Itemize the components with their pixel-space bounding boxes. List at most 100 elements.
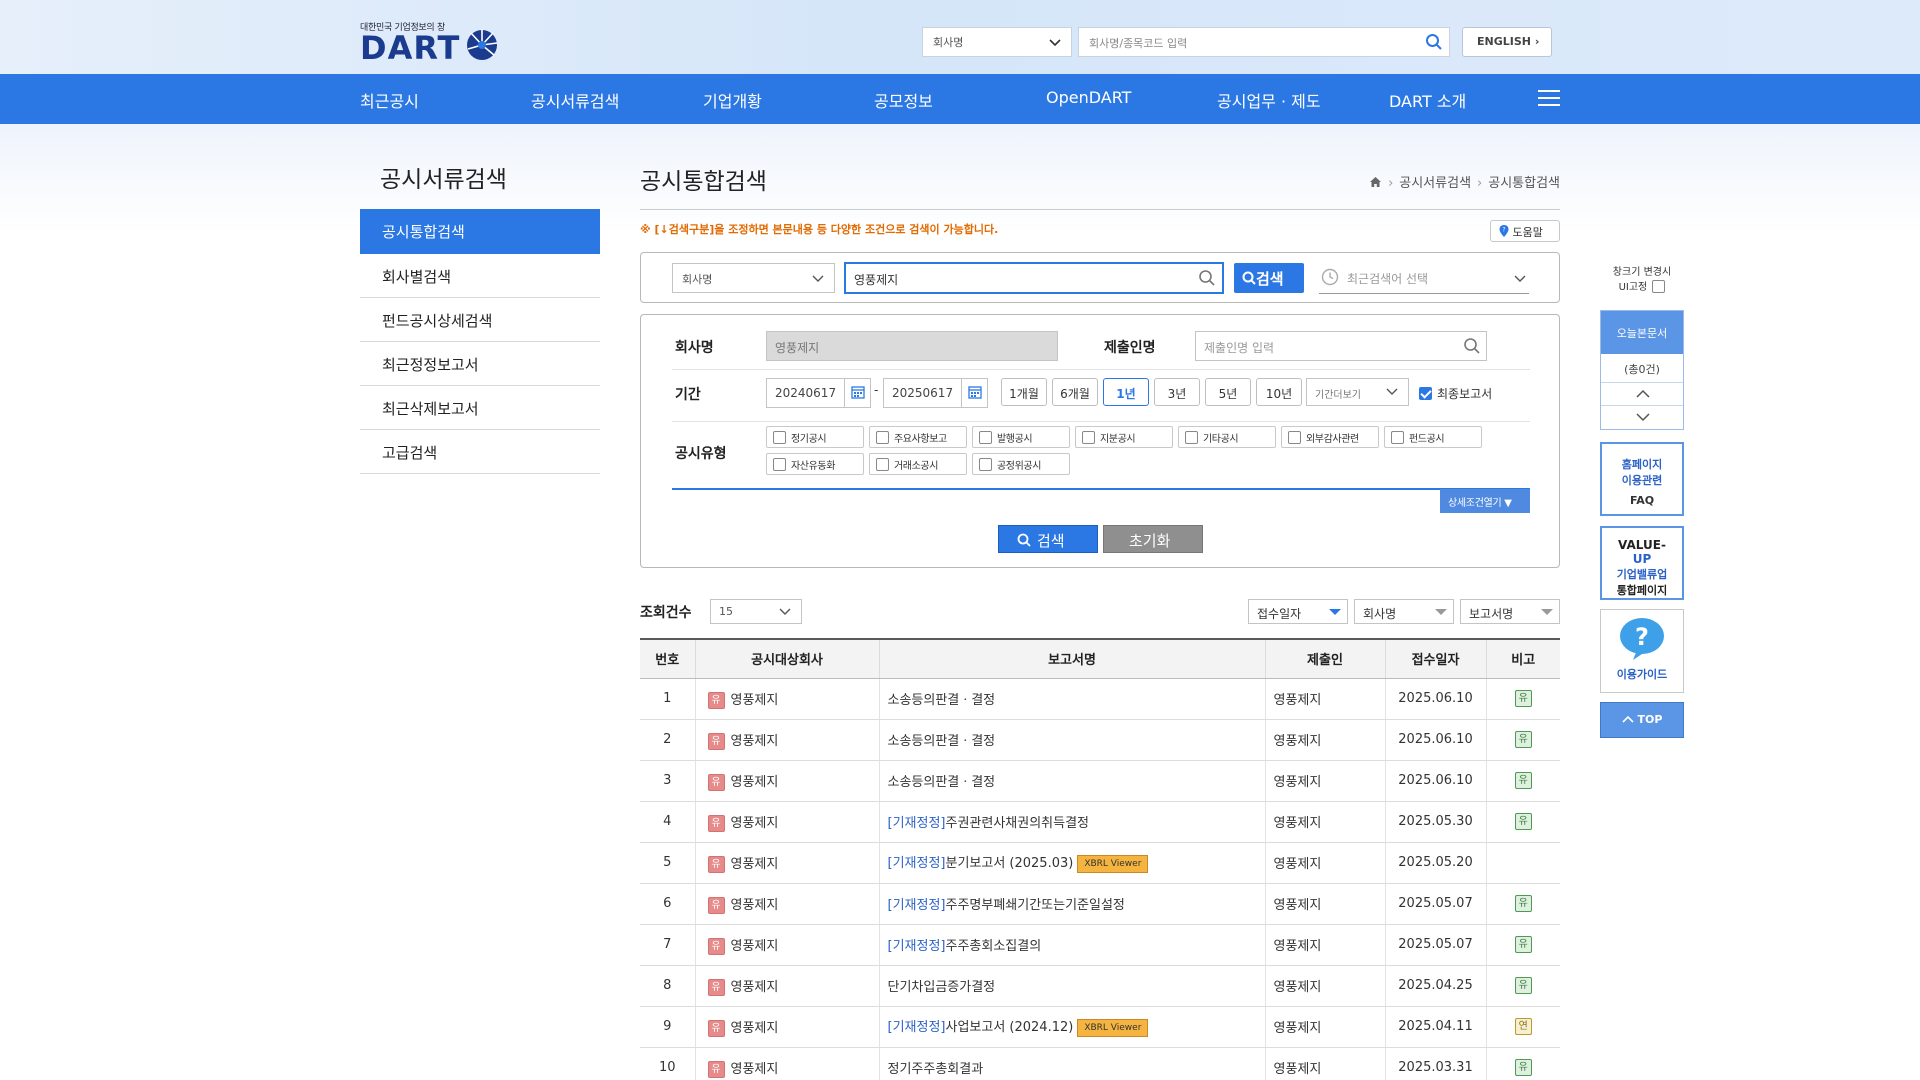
filter-search-button[interactable]: 검색 (998, 525, 1098, 553)
gnb-item-offering[interactable]: 공모정보 (874, 88, 933, 112)
gnb-item-opendart[interactable]: OpenDART (1046, 88, 1131, 107)
report-title[interactable]: 주주총회소집결의 (945, 939, 1041, 954)
sort-date-select[interactable]: 접수일자 (1248, 599, 1348, 624)
company-name[interactable]: 영풍제지 (731, 1021, 779, 1036)
correction-tag[interactable]: [기재정정] (888, 816, 946, 831)
table-row[interactable]: 4 유 영풍제지 [기재정정]주권관련사채권의취득결정 영풍제지 2025.05.30 유 (640, 801, 1560, 843)
sort-report-select[interactable]: 보고서명 (1460, 599, 1560, 624)
type-checkbox[interactable]: 자산유동화 (766, 453, 864, 475)
recent-search-select[interactable]: 최근검색어 선택 (1319, 262, 1529, 294)
report-title[interactable]: 소송등의판결ㆍ결정 (888, 693, 996, 708)
value-up-link[interactable]: VALUE- UP 기업밸류업 통합페이지 (1600, 526, 1684, 600)
sidebar-item-advanced-search[interactable]: 고급검색 (360, 430, 600, 474)
gnb-item-recent[interactable]: 최근공시 (360, 88, 419, 112)
breadcrumb-item[interactable]: 공시서류검색 (1399, 176, 1471, 191)
gnb-item-regulation[interactable]: 공시업무 · 제도 (1217, 88, 1321, 112)
report-title[interactable]: 주권관련사채권의취득결정 (945, 816, 1089, 831)
table-row[interactable]: 6 유 영풍제지 [기재정정]주주명부폐쇄기간또는기준일설정 영풍제지 2025.05.0… (640, 883, 1560, 925)
calendar-icon[interactable] (961, 379, 987, 407)
type-checkbox[interactable]: 지분공시 (1075, 426, 1173, 448)
scroll-down-button[interactable] (1601, 406, 1683, 429)
date-to-input[interactable]: 20250617 (883, 378, 988, 408)
company-name[interactable]: 영풍제지 (731, 816, 779, 831)
table-row[interactable]: 8 유 영풍제지 단기차입금증가결정 영풍제지 2025.04.25 유 (640, 965, 1560, 1007)
scroll-top-button[interactable]: TOP (1600, 702, 1684, 738)
header-search-input[interactable]: 회사명/종목코드 입력 (1078, 27, 1450, 57)
search-input[interactable]: 영풍제지 (844, 262, 1224, 294)
menu-icon[interactable] (1538, 90, 1560, 108)
type-checkbox[interactable]: 공정위공시 (972, 453, 1070, 475)
search-icon[interactable] (1198, 269, 1216, 287)
user-guide-link[interactable]: ? 이용가이드 (1600, 609, 1684, 693)
period-6-month-button[interactable]: 6개월 (1052, 378, 1098, 406)
type-checkbox[interactable]: 외부감사관련 (1281, 426, 1379, 448)
sidebar-item-company-search[interactable]: 회사별검색 (360, 254, 600, 298)
search-icon[interactable] (1463, 337, 1481, 355)
correction-tag[interactable]: [기재정정] (888, 939, 946, 954)
scroll-up-button[interactable] (1601, 383, 1683, 406)
table-row[interactable]: 2 유 영풍제지 소송등의판결ㆍ결정 영풍제지 2025.06.10 유 (640, 719, 1560, 761)
correction-tag[interactable]: [기재정정] (888, 898, 946, 913)
calendar-icon[interactable] (844, 379, 870, 407)
correction-tag[interactable]: [기재정정] (888, 856, 946, 871)
report-title[interactable]: 소송등의판결ㆍ결정 (888, 734, 996, 749)
company-name[interactable]: 영풍제지 (731, 775, 779, 790)
english-button[interactable]: ENGLISH › (1462, 27, 1552, 57)
period-3-year-button[interactable]: 3년 (1154, 378, 1200, 406)
type-checkbox[interactable]: 펀드공시 (1384, 426, 1482, 448)
report-title[interactable]: 사업보고서 (2024.12) (945, 1020, 1073, 1035)
home-icon[interactable] (1369, 176, 1382, 188)
type-checkbox[interactable]: 정기공시 (766, 426, 864, 448)
reset-button[interactable]: 초기화 (1103, 525, 1203, 553)
xbrl-viewer-button[interactable]: XBRL Viewer (1077, 854, 1149, 873)
period-10-year-button[interactable]: 10년 (1256, 378, 1302, 406)
company-name[interactable]: 영풍제지 (731, 857, 779, 872)
date-from-input[interactable]: 20240617 (766, 378, 871, 408)
report-title[interactable]: 단기차입금증가결정 (888, 980, 996, 995)
type-checkbox[interactable]: 주요사항보고 (869, 426, 967, 448)
zoom-lock-checkbox[interactable] (1652, 280, 1666, 293)
report-title[interactable]: 정기주주총회결과 (888, 1062, 984, 1077)
search-button[interactable]: 검색 (1234, 263, 1304, 293)
gnb-item-company[interactable]: 기업개황 (703, 88, 762, 112)
xbrl-viewer-button[interactable]: XBRL Viewer (1077, 1018, 1149, 1037)
gnb-item-about[interactable]: DART 소개 (1389, 88, 1466, 112)
table-row[interactable]: 7 유 영풍제지 [기재정정]주주총회소집결의 영풍제지 2025.05.07 유 (640, 924, 1560, 966)
search-icon[interactable] (1425, 33, 1443, 51)
report-title[interactable]: 소송등의판결ㆍ결정 (888, 775, 996, 790)
gnb-item-doc-search[interactable]: 공시서류검색 (531, 88, 619, 112)
sidebar-item-integrated-search[interactable]: 공시통합검색 (360, 209, 600, 254)
company-name[interactable]: 영풍제지 (731, 734, 779, 749)
company-name[interactable]: 영풍제지 (731, 980, 779, 995)
sidebar-item-fund-search[interactable]: 펀드공시상세검색 (360, 298, 600, 342)
faq-link[interactable]: 홈페이지 이용관련 FAQ (1600, 442, 1684, 516)
type-checkbox[interactable]: 발행공시 (972, 426, 1070, 448)
search-type-select[interactable]: 회사명 (672, 263, 835, 293)
correction-tag[interactable]: [기재정정] (888, 1020, 946, 1035)
sort-company-select[interactable]: 회사명 (1354, 599, 1454, 624)
dart-logo[interactable]: 대한민국 기업정보의 창 DART (360, 20, 500, 66)
type-checkbox[interactable]: 거래소공시 (869, 453, 967, 475)
period-1-year-button[interactable]: 1년 (1103, 378, 1149, 406)
company-name[interactable]: 영풍제지 (731, 898, 779, 913)
company-name[interactable]: 영풍제지 (731, 693, 779, 708)
company-name[interactable]: 영풍제지 (731, 939, 779, 954)
report-title[interactable]: 주주명부폐쇄기간또는기준일설정 (945, 898, 1124, 913)
table-row[interactable]: 10 유 영풍제지 정기주주총회결과 영풍제지 2025.03.31 유 (640, 1047, 1560, 1080)
type-checkbox[interactable]: 기타공시 (1178, 426, 1276, 448)
submitter-field[interactable]: 제출인명 입력 (1195, 331, 1487, 361)
company-name[interactable]: 영풍제지 (731, 1062, 779, 1077)
table-row[interactable]: 5 유 영풍제지 [기재정정]분기보고서 (2025.03) XBRL Viewer 영풍… (640, 842, 1560, 884)
sidebar-item-recent-corrections[interactable]: 최근정정보고서 (360, 342, 600, 386)
table-row[interactable]: 1 유 영풍제지 소송등의판결ㆍ결정 영풍제지 2025.06.10 유 (640, 678, 1560, 720)
final-report-checkbox[interactable]: 최종보고서 (1419, 385, 1492, 402)
help-button[interactable]: ? 도움말 (1490, 220, 1560, 242)
report-title[interactable]: 분기보고서 (2025.03) (945, 856, 1073, 871)
sidebar-item-recent-deleted[interactable]: 최근삭제보고서 (360, 386, 600, 430)
table-row[interactable]: 3 유 영풍제지 소송등의판결ㆍ결정 영풍제지 2025.06.10 유 (640, 760, 1560, 802)
period-5-year-button[interactable]: 5년 (1205, 378, 1251, 406)
header-search-type-select[interactable]: 회사명 (922, 27, 1072, 57)
detail-conditions-button[interactable]: 상세조건열기 ▼ (1440, 489, 1530, 513)
period-1-month-button[interactable]: 1개월 (1001, 378, 1047, 406)
period-more-select[interactable]: 기간더보기 (1306, 378, 1409, 406)
